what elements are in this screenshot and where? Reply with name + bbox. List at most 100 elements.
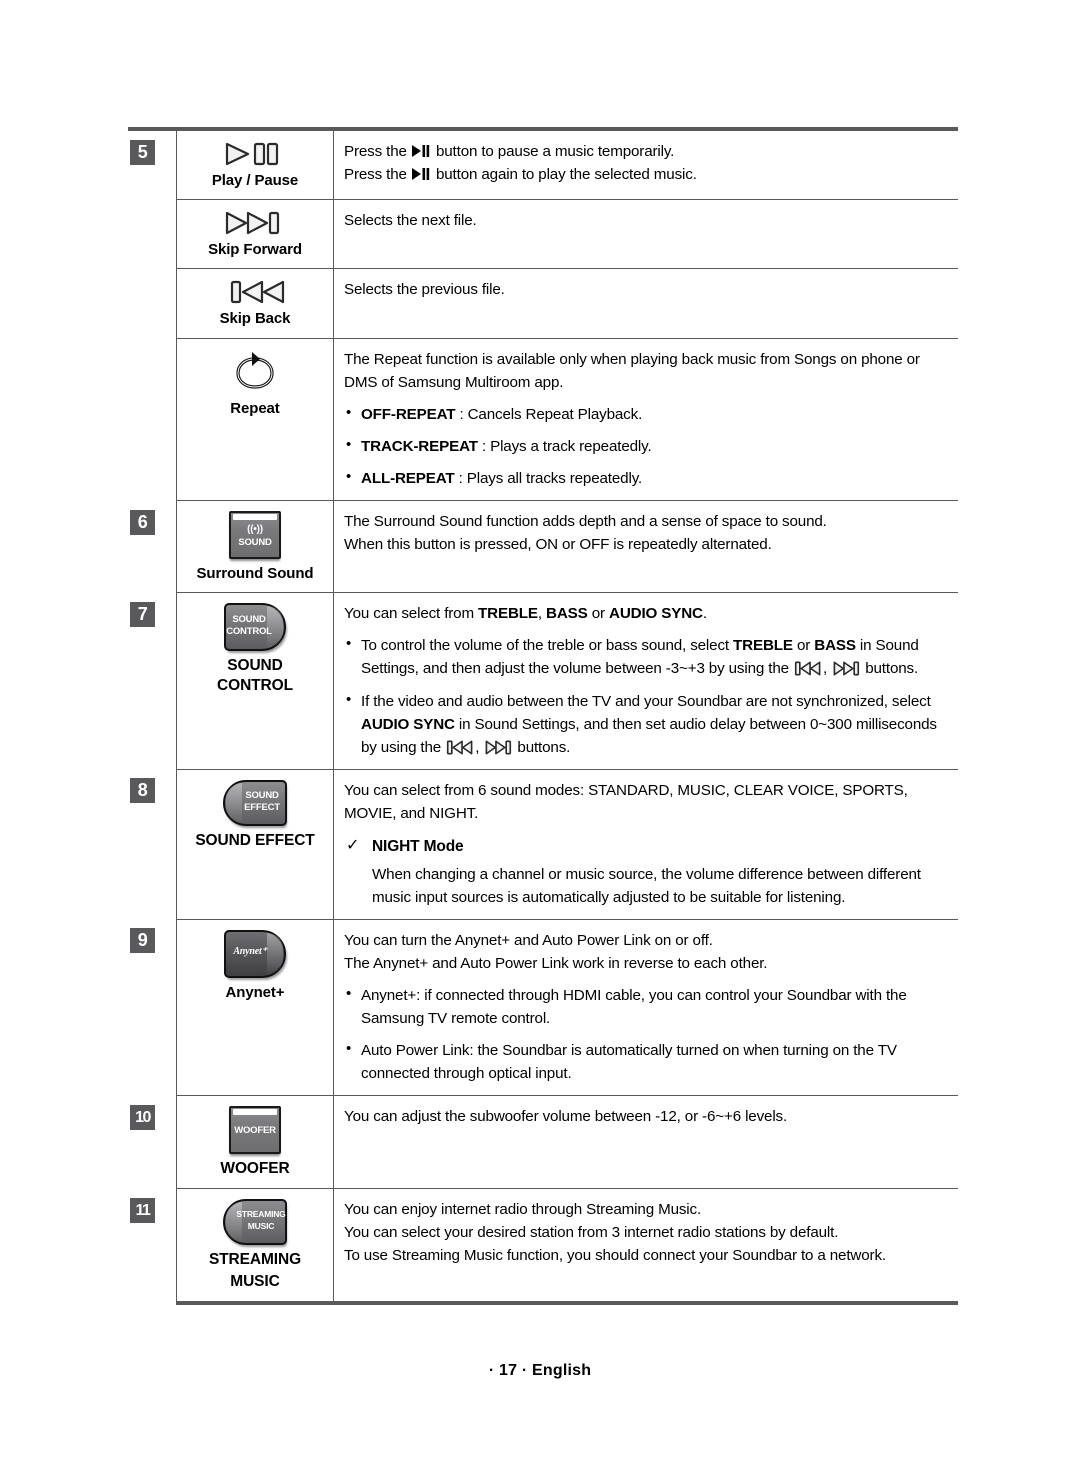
step-badge-8: 8 — [130, 778, 155, 804]
desc-text: , — [537, 605, 547, 623]
sound-effect-button: SOUND EFFECT — [223, 779, 287, 826]
button-label: WOOFER — [220, 1160, 290, 1178]
button-cell-play-pause: Play / Pause — [176, 127, 334, 201]
row-number-cell: 8 — [128, 769, 177, 919]
table-row: 6 ((•)) SOUND Surround Sound The Surroun… — [128, 500, 958, 594]
option-bass: BASS — [546, 605, 588, 623]
control-functions-table: 5 Play / Pause Press the button to pause… — [128, 127, 958, 1305]
button-face-line1: ((•)) — [247, 524, 263, 536]
description-cell-sound-effect: You can select from 6 sound modes: STAND… — [333, 769, 958, 920]
desc-text: button again to play the selected music. — [435, 166, 697, 184]
anynet-list: Anynet+: if connected through HDMI cable… — [344, 983, 952, 1085]
sound-control-list: To control the volume of the treble or b… — [344, 633, 952, 758]
skip-back-icon — [794, 661, 821, 676]
button-cell-woofer: WOOFER WOOFER — [176, 1095, 334, 1190]
page-footer: · 17 · English — [488, 1362, 592, 1379]
sound-control-button: SOUND CONTROL — [224, 603, 286, 652]
desc-text: Selects the next file. — [344, 212, 477, 230]
desc-text: You can select from — [344, 605, 479, 623]
step-badge-11: 11 — [130, 1197, 155, 1223]
night-mode-label: NIGHT Mode — [372, 837, 464, 855]
desc-text: The Surround Sound function adds depth a… — [344, 513, 827, 531]
mode-desc: : Cancels Repeat Playback. — [455, 405, 643, 423]
option-treble: TREBLE — [478, 605, 538, 623]
desc-line: Press the button again to play the selec… — [344, 163, 952, 186]
button-cell-skip-forward: Skip Forward — [176, 199, 334, 270]
repeat-icon — [236, 351, 274, 389]
description-cell-repeat: The Repeat function is available only wh… — [333, 338, 958, 502]
option-audio-sync: AUDIO SYNC — [361, 715, 455, 733]
skip-back-icon — [447, 740, 473, 755]
desc-text: button to pause a music temporarily. — [435, 143, 675, 160]
description-cell-streaming-music: You can enjoy internet radio through Str… — [333, 1188, 958, 1305]
table-row: Repeat The Repeat function is available … — [128, 338, 958, 502]
play-pause-icon — [411, 168, 430, 181]
skip-forward-icon — [225, 212, 280, 235]
button-label: Skip Forward — [208, 241, 302, 259]
button-label-line1: SOUND — [227, 657, 283, 675]
button-cell-anynet: Anynet⁺ Anynet+ — [176, 919, 334, 1097]
list-item: ALL-REPEAT : Plays all tracks repeatedly… — [344, 466, 952, 490]
button-label: SOUND EFFECT — [195, 831, 315, 849]
desc-text: To control the volume of the treble or b… — [361, 637, 734, 655]
description-cell-anynet: You can turn the Anynet+ and Auto Power … — [333, 919, 958, 1097]
table-row: 8 SOUND EFFECT SOUND EFFECT You can sele… — [128, 769, 958, 920]
row-number-cell: 6 — [128, 501, 177, 593]
night-mode-heading: ✓ NIGHT Mode — [344, 835, 952, 859]
table-row: 7 SOUND CONTROL SOUND CONTROL You can se… — [128, 592, 958, 770]
streaming-music-button: STREAMING MUSIC — [223, 1199, 287, 1246]
desc-text: When this button is pressed, ON or OFF i… — [344, 536, 772, 554]
skip-forward-icon — [485, 740, 512, 755]
list-item: Auto Power Link: the Soundbar is automat… — [344, 1038, 952, 1085]
description-cell-woofer: You can adjust the subwoofer volume betw… — [333, 1095, 958, 1190]
row-number-cell: 11 — [128, 1189, 177, 1303]
button-label-line2: MUSIC — [230, 1272, 280, 1290]
table-row: Skip Forward Selects the next file. — [128, 199, 958, 270]
step-badge-7: 7 — [130, 601, 155, 627]
button-face-line2: CONTROL — [226, 626, 272, 638]
row-number-cell: 5 — [128, 127, 177, 501]
button-label-line2: CONTROL — [217, 677, 293, 695]
button-face-line2: SOUND — [238, 537, 272, 549]
option-treble: TREBLE — [733, 637, 793, 655]
desc-text: Selects the previous file. — [344, 281, 505, 299]
table-row: Skip Back Selects the previous file. — [128, 268, 958, 339]
desc-text: You can select your desired station from… — [344, 1224, 839, 1242]
description-cell-skip-forward: Selects the next file. — [333, 199, 958, 270]
manual-page: 5 Play / Pause Press the button to pause… — [0, 0, 1080, 1479]
list-item: TRACK-REPEAT : Plays a track repeatedly. — [344, 434, 952, 458]
desc-text: Press the — [344, 166, 407, 184]
step-badge-10: 10 — [130, 1104, 155, 1130]
table-row: 5 Play / Pause Press the button to pause… — [128, 127, 958, 501]
button-label-line1: STREAMING — [208, 1251, 302, 1269]
button-cell-surround-sound: ((•)) SOUND Surround Sound — [176, 500, 334, 594]
table-row: 11 STREAMING MUSIC STREAMING MUSIC You c… — [128, 1188, 958, 1305]
button-label: Anynet+ — [225, 983, 285, 1001]
desc-text: The Repeat function is available only wh… — [344, 350, 920, 391]
row-number-cell: 9 — [128, 919, 177, 1096]
table-row: 10 WOOFER WOOFER You can adjust the subw… — [128, 1095, 958, 1190]
button-face-line1: SOUND — [245, 789, 279, 801]
button-face-line2: EFFECT — [244, 801, 280, 813]
desc-text: You can select from 6 sound modes: STAND… — [344, 781, 908, 822]
button-label: Skip Back — [219, 310, 291, 328]
anynet-button: Anynet⁺ — [224, 929, 286, 978]
check-icon: ✓ — [346, 836, 360, 854]
list-item: To control the volume of the treble or b… — [344, 633, 952, 680]
desc-text: You can enjoy internet radio through Str… — [344, 1201, 702, 1219]
button-label: Surround Sound — [196, 565, 314, 583]
night-mode-body: When changing a channel or music source,… — [372, 865, 921, 906]
step-badge-5: 5 — [130, 140, 155, 165]
step-badge-6: 6 — [130, 509, 155, 535]
row-number-cell: 10 — [128, 1096, 177, 1189]
anynet-logo-text: Anynet⁺ — [233, 945, 267, 957]
desc-text: To use Streaming Music function, you sho… — [344, 1247, 886, 1265]
button-cell-sound-control: SOUND CONTROL SOUND CONTROL — [176, 592, 334, 770]
description-cell-sound-control: You can select from TREBLE, BASS or AUDI… — [333, 592, 958, 770]
button-label: Repeat — [230, 399, 280, 417]
desc-text: If the video and audio between the TV an… — [361, 692, 931, 710]
list-item: Anynet+: if connected through HDMI cable… — [344, 983, 952, 1030]
option-bass: BASS — [814, 637, 856, 655]
button-cell-streaming-music: STREAMING MUSIC STREAMING MUSIC — [176, 1188, 334, 1305]
list-item: OFF-REPEAT : Cancels Repeat Playback. — [344, 402, 952, 426]
